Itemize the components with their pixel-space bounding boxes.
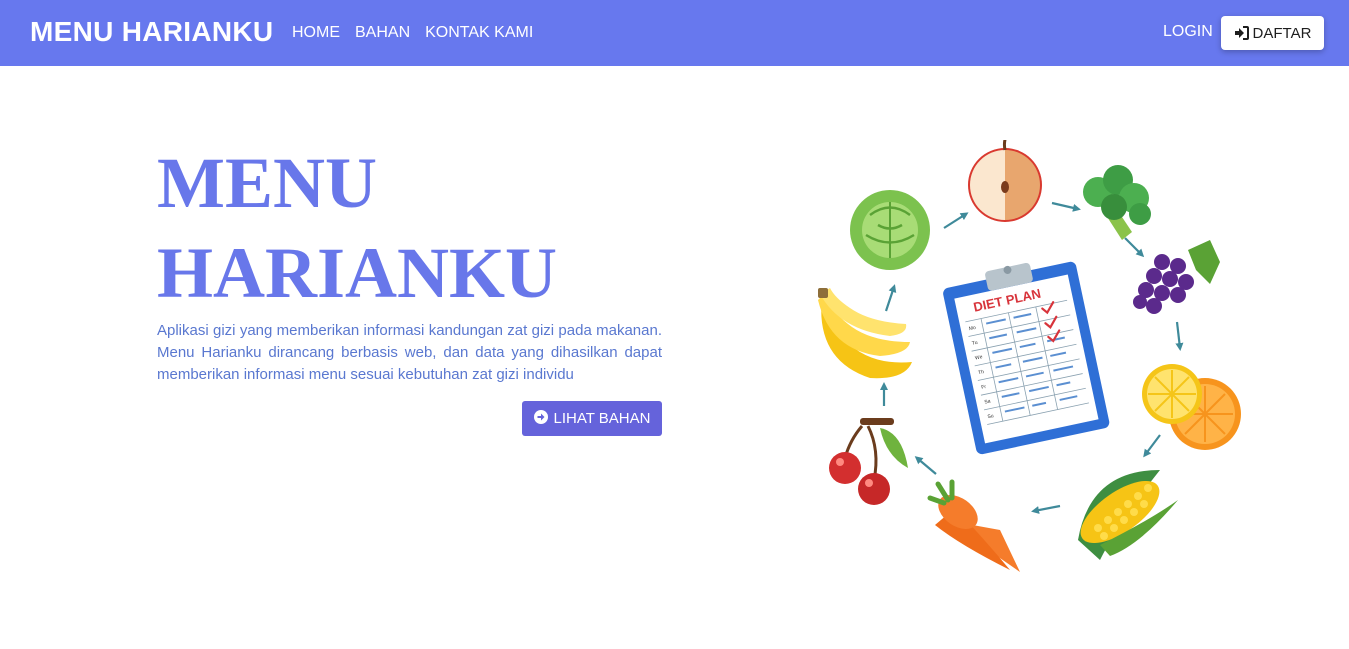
brand-logo[interactable]: MENU HARIANKU xyxy=(30,16,273,48)
nav-links: HOME BAHAN KONTAK KAMI xyxy=(292,24,533,42)
navbar: MENU HARIANKU HOME BAHAN KONTAK KAMI LOG… xyxy=(0,0,1349,66)
hero-title: MENU HARIANKU xyxy=(157,138,557,318)
hero-title-line2: HARIANKU xyxy=(157,233,558,313)
nav-home[interactable]: HOME xyxy=(292,24,340,42)
hero-description: Aplikasi gizi yang memberikan informasi … xyxy=(157,322,662,383)
carrot-icon xyxy=(927,479,1020,572)
cabbage-icon xyxy=(850,190,930,270)
nav-kontak-kami[interactable]: KONTAK KAMI xyxy=(425,24,533,42)
register-label: DAFTAR xyxy=(1252,24,1312,42)
register-button[interactable]: DAFTAR xyxy=(1221,16,1324,50)
arrow-circle-right-icon xyxy=(533,409,548,428)
broccoli-icon xyxy=(1083,165,1151,240)
diet-plan-illustration: DIET PLAN Mo Tu We Th Fr Sa Su xyxy=(800,132,1260,580)
corn-icon xyxy=(1078,470,1178,560)
login-link[interactable]: LOGIN xyxy=(1163,23,1213,41)
cherries-icon xyxy=(829,418,908,505)
apple-icon xyxy=(968,132,1042,222)
hero-title-line1: MENU xyxy=(157,143,377,223)
nav-bahan[interactable]: BAHAN xyxy=(355,24,410,42)
sign-in-icon xyxy=(1234,26,1249,40)
lihat-bahan-label: LIHAT BAHAN xyxy=(553,410,651,427)
banana-icon xyxy=(818,288,912,379)
lihat-bahan-button[interactable]: LIHAT BAHAN xyxy=(522,401,662,436)
citrus-icon xyxy=(1142,364,1241,450)
clipboard-icon: DIET PLAN Mo Tu We Th Fr Sa Su xyxy=(943,261,1110,455)
grapes-icon xyxy=(1133,240,1220,314)
